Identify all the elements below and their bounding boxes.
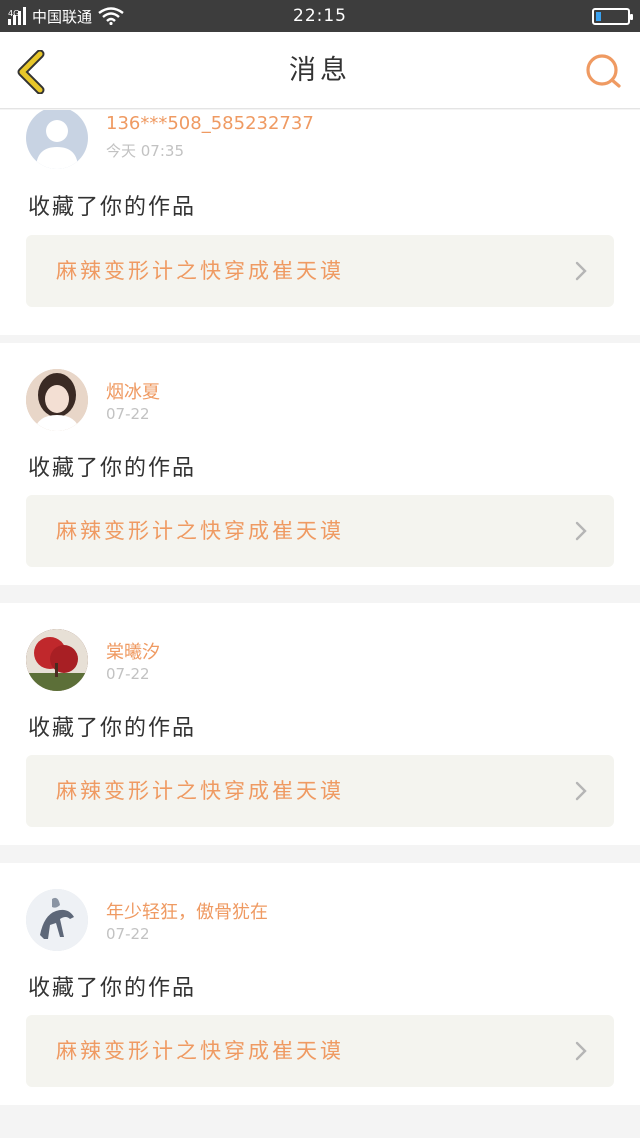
work-title: 麻辣变形计之快穿成崔天谟 (56, 259, 344, 283)
chevron-right-icon (575, 781, 587, 801)
chevron-right-icon (575, 521, 587, 541)
battery-icon (592, 8, 633, 25)
status-bar: 4G 中国联通 22:15 (0, 0, 640, 32)
work-link[interactable]: 麻辣变形计之快穿成崔天谟 (26, 1015, 614, 1087)
girl-portrait-icon (26, 369, 88, 431)
action-text: 收藏了你的作品 (28, 195, 197, 220)
chevron-right-icon (575, 261, 587, 281)
work-title: 麻辣变形计之快穿成崔天谟 (56, 1039, 344, 1063)
timestamp: 今天 07:35 (106, 142, 184, 160)
red-tree-icon (26, 629, 88, 691)
notification-card: 136***508_585232737 今天 07:35 收藏了你的作品 麻辣变… (0, 110, 640, 335)
work-link[interactable]: 麻辣变形计之快穿成崔天谟 (26, 495, 614, 567)
work-title: 麻辣变形计之快穿成崔天谟 (56, 779, 344, 803)
chevron-right-icon (575, 1041, 587, 1061)
work-link[interactable]: 麻辣变形计之快穿成崔天谟 (26, 235, 614, 307)
action-text: 收藏了你的作品 (28, 716, 197, 741)
search-button[interactable] (584, 52, 624, 92)
work-title: 麻辣变形计之快穿成崔天谟 (56, 519, 344, 543)
username[interactable]: 年少轻狂，傲骨犹在 (106, 898, 268, 924)
user-avatar[interactable] (26, 110, 88, 169)
user-avatar[interactable] (26, 629, 88, 691)
username[interactable]: 棠曦汐 (106, 638, 160, 664)
username[interactable]: 136***508_585232737 (106, 113, 314, 134)
ink-horse-icon (26, 889, 88, 951)
clock: 22:15 (293, 6, 347, 26)
user-avatar[interactable] (26, 889, 88, 951)
notification-list[interactable]: 136***508_585232737 今天 07:35 收藏了你的作品 麻辣变… (0, 110, 640, 1138)
timestamp: 07-22 (106, 665, 150, 683)
user-avatar[interactable] (26, 369, 88, 431)
action-text: 收藏了你的作品 (28, 976, 197, 1001)
work-link[interactable]: 麻辣变形计之快穿成崔天谟 (26, 755, 614, 827)
nav-header: 消息 (0, 32, 640, 109)
page-title: 消息 (289, 55, 351, 86)
action-text: 收藏了你的作品 (28, 456, 197, 481)
timestamp: 07-22 (106, 925, 150, 943)
default-avatar-icon (36, 120, 78, 169)
notification-card: 棠曦汐 07-22 收藏了你的作品 麻辣变形计之快穿成崔天谟 (0, 603, 640, 845)
notification-card: 年少轻狂，傲骨犹在 07-22 收藏了你的作品 麻辣变形计之快穿成崔天谟 (0, 863, 640, 1105)
username[interactable]: 烟冰夏 (106, 378, 160, 404)
notification-card: 烟冰夏 07-22 收藏了你的作品 麻辣变形计之快穿成崔天谟 (0, 343, 640, 585)
battery-level (596, 12, 601, 21)
timestamp: 07-22 (106, 405, 150, 423)
